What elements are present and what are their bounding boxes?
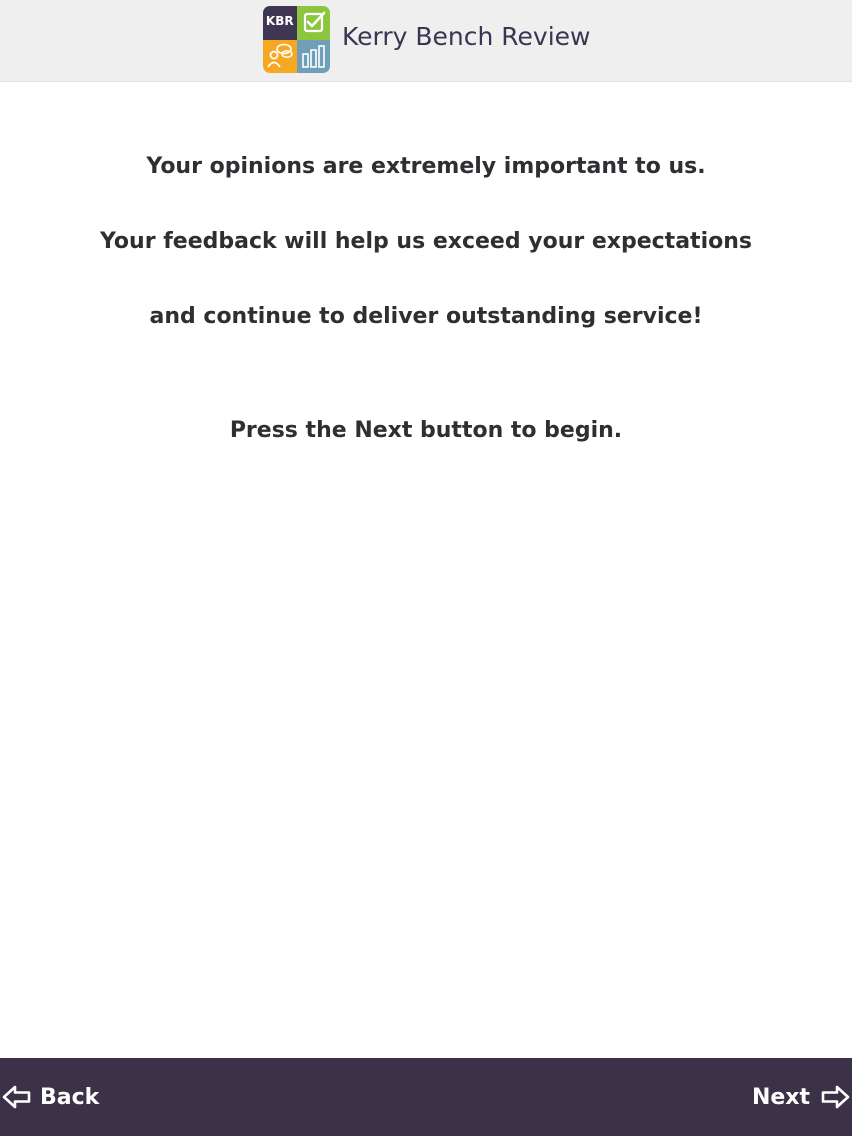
logo-quadrant-kbr: KBR (263, 6, 297, 40)
checklist-icon (296, 6, 330, 40)
survey-page: KBR Kerry Bench Review Your opinions are… (0, 0, 852, 1136)
next-button-label: Next (751, 1084, 810, 1110)
app-logo: KBR (263, 6, 330, 73)
intro-line-2: Your feedback will help us exceed your e… (100, 229, 752, 254)
bar-chart-icon (296, 39, 330, 73)
instruction-text: Press the Next button to begin. (229, 418, 623, 443)
next-button[interactable]: Next (752, 1058, 852, 1136)
back-button-label: Back (40, 1084, 100, 1110)
app-header: KBR Kerry Bench Review (0, 0, 852, 82)
intro-line-1: Your opinions are extremely important to… (146, 154, 706, 179)
app-title: Kerry Bench Review (342, 22, 591, 51)
arrow-right-icon (821, 1085, 850, 1109)
back-button[interactable]: Back (0, 1058, 99, 1136)
arrow-left-icon (2, 1085, 31, 1109)
intro-line-3: and continue to deliver outstanding serv… (149, 304, 703, 329)
logo-text: KBR (265, 14, 294, 28)
nav-footer: Back Next (0, 1058, 852, 1136)
chat-person-icon (263, 39, 297, 73)
